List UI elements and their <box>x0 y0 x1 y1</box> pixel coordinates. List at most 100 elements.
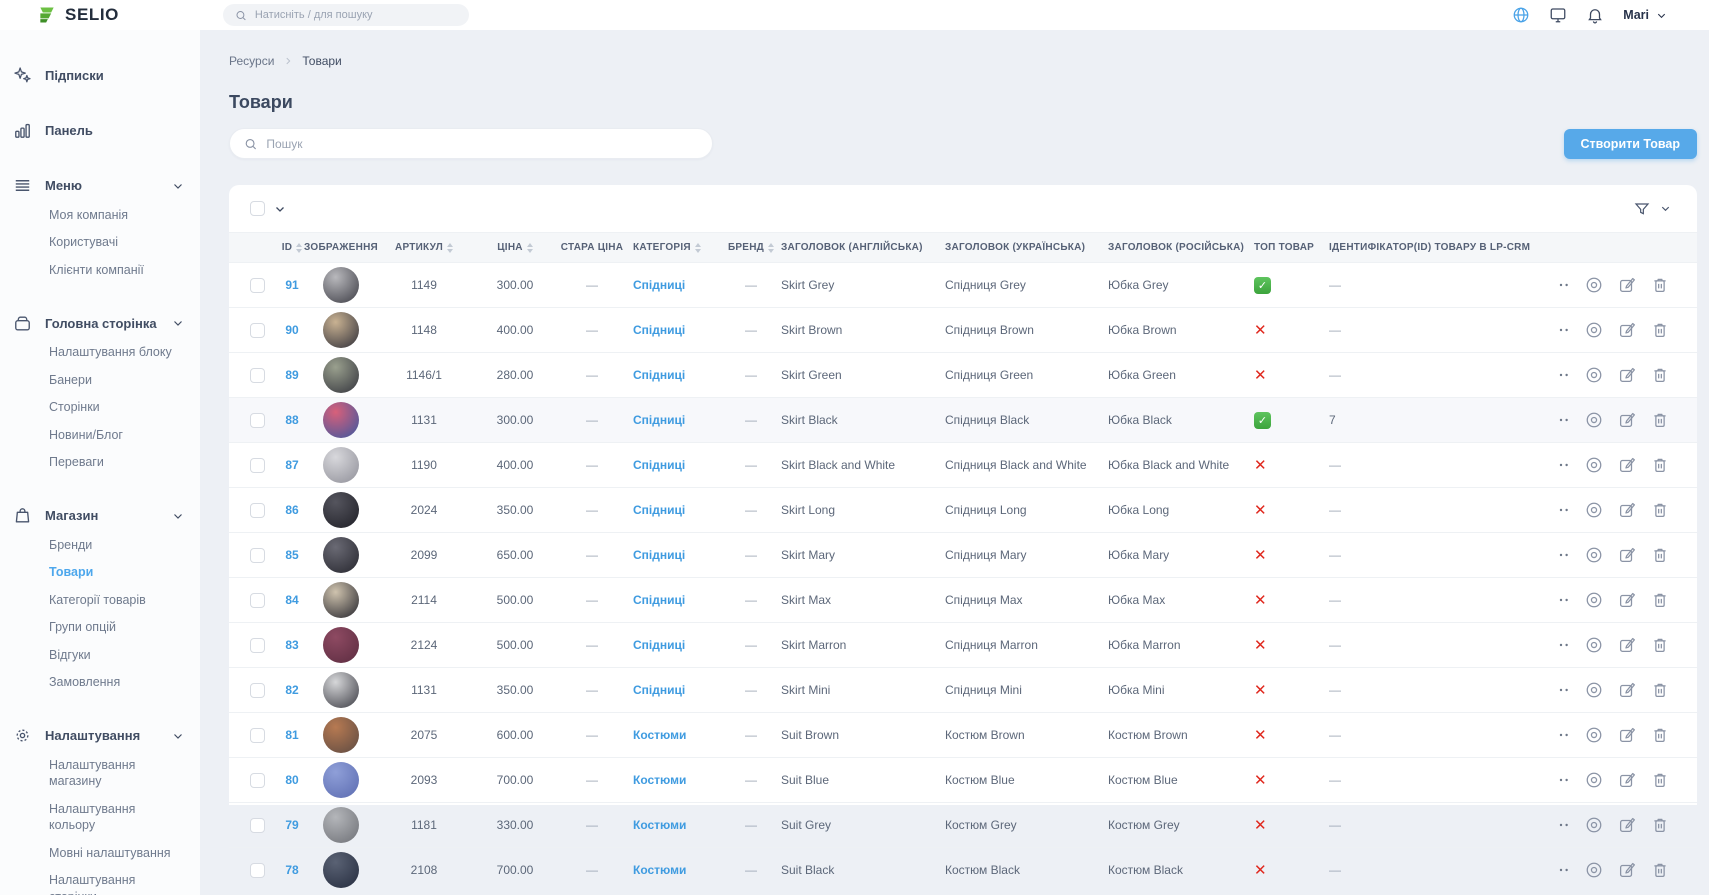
edit-button[interactable] <box>1618 546 1636 564</box>
view-button[interactable] <box>1585 591 1603 609</box>
product-id-link[interactable]: 87 <box>285 458 298 472</box>
edit-button[interactable] <box>1618 591 1636 609</box>
row-checkbox[interactable] <box>250 368 265 383</box>
sidebar-section-0[interactable]: Підписки <box>0 60 200 91</box>
product-image[interactable] <box>323 852 359 888</box>
row-checkbox[interactable] <box>250 683 265 698</box>
bulk-actions-chevron-icon[interactable] <box>274 203 286 215</box>
sidebar-item[interactable]: Налаштування сторінки оформлення замовле… <box>0 867 200 895</box>
delete-button[interactable] <box>1651 681 1669 699</box>
row-checkbox[interactable] <box>250 863 265 878</box>
sidebar-item[interactable]: Налаштування блоку <box>0 339 200 367</box>
category-link[interactable]: Спідниці <box>633 323 685 337</box>
product-image[interactable] <box>323 312 359 348</box>
category-link[interactable]: Спідниці <box>633 278 685 292</box>
sidebar-item[interactable]: Моя компанія <box>0 201 200 229</box>
view-button[interactable] <box>1585 546 1603 564</box>
sidebar-item[interactable]: Клієнти компанії <box>0 256 200 284</box>
category-link[interactable]: Спідниці <box>633 683 685 697</box>
view-button[interactable] <box>1585 276 1603 294</box>
product-image[interactable] <box>323 492 359 528</box>
view-button[interactable] <box>1585 681 1603 699</box>
product-image[interactable] <box>323 717 359 753</box>
global-search-input[interactable] <box>255 9 457 21</box>
edit-button[interactable] <box>1618 456 1636 474</box>
delete-button[interactable] <box>1651 726 1669 744</box>
breadcrumb-parent-link[interactable]: Ресурси <box>229 54 274 68</box>
sidebar-section-1[interactable]: Панель <box>0 115 200 146</box>
sidebar-item[interactable]: Групи опцій <box>0 614 200 642</box>
product-id-link[interactable]: 80 <box>285 773 298 787</box>
delete-button[interactable] <box>1651 861 1669 879</box>
category-link[interactable]: Костюми <box>633 773 686 787</box>
sidebar-item[interactable]: Категорії товарів <box>0 586 200 614</box>
category-link[interactable]: Костюми <box>633 818 686 832</box>
sidebar-item[interactable]: Налаштування кольору <box>0 795 200 839</box>
product-image[interactable] <box>323 267 359 303</box>
more-actions-button[interactable] <box>1559 816 1570 834</box>
product-id-link[interactable]: 78 <box>285 863 298 877</box>
sidebar-item[interactable]: Новини/Блог <box>0 421 200 449</box>
more-actions-button[interactable] <box>1559 546 1570 564</box>
products-search[interactable] <box>229 128 713 159</box>
product-image[interactable] <box>323 447 359 483</box>
category-link[interactable]: Костюми <box>633 863 686 877</box>
global-search[interactable] <box>223 4 469 26</box>
edit-button[interactable] <box>1618 816 1636 834</box>
delete-button[interactable] <box>1651 456 1669 474</box>
product-image[interactable] <box>323 537 359 573</box>
product-id-link[interactable]: 85 <box>285 548 298 562</box>
category-link[interactable]: Спідниці <box>633 638 685 652</box>
view-button[interactable] <box>1585 501 1603 519</box>
notifications-bell-icon[interactable] <box>1586 6 1604 24</box>
row-checkbox[interactable] <box>250 773 265 788</box>
sidebar-item[interactable]: Користувачі <box>0 229 200 257</box>
sidebar-item[interactable]: Замовлення <box>0 669 200 697</box>
product-id-link[interactable]: 88 <box>285 413 298 427</box>
sidebar-item[interactable]: Бренди <box>0 531 200 559</box>
view-button[interactable] <box>1585 366 1603 384</box>
category-link[interactable]: Спідниці <box>633 458 685 472</box>
delete-button[interactable] <box>1651 591 1669 609</box>
more-actions-button[interactable] <box>1559 411 1570 429</box>
edit-button[interactable] <box>1618 411 1636 429</box>
brand-logo[interactable]: SELIO <box>37 5 119 25</box>
more-actions-button[interactable] <box>1559 456 1570 474</box>
product-id-link[interactable]: 83 <box>285 638 298 652</box>
create-product-button[interactable]: Створити Товар <box>1564 129 1698 159</box>
product-id-link[interactable]: 84 <box>285 593 298 607</box>
products-search-input[interactable] <box>266 137 698 151</box>
sidebar-item[interactable]: Мовні налаштування <box>0 839 200 867</box>
row-checkbox[interactable] <box>250 278 265 293</box>
delete-button[interactable] <box>1651 366 1669 384</box>
more-actions-button[interactable] <box>1559 726 1570 744</box>
edit-button[interactable] <box>1618 321 1636 339</box>
product-image[interactable] <box>323 807 359 843</box>
category-link[interactable]: Спідниці <box>633 413 685 427</box>
view-button[interactable] <box>1585 861 1603 879</box>
product-id-link[interactable]: 89 <box>285 368 298 382</box>
sidebar-section-4[interactable]: Магазин <box>0 500 200 531</box>
row-checkbox[interactable] <box>250 323 265 338</box>
product-id-link[interactable]: 82 <box>285 683 298 697</box>
row-checkbox[interactable] <box>250 458 265 473</box>
product-image[interactable] <box>323 627 359 663</box>
more-actions-button[interactable] <box>1559 591 1570 609</box>
product-id-link[interactable]: 86 <box>285 503 298 517</box>
more-actions-button[interactable] <box>1559 636 1570 654</box>
product-id-link[interactable]: 79 <box>285 818 298 832</box>
more-actions-button[interactable] <box>1559 321 1570 339</box>
edit-button[interactable] <box>1618 501 1636 519</box>
delete-button[interactable] <box>1651 276 1669 294</box>
view-button[interactable] <box>1585 321 1603 339</box>
category-link[interactable]: Спідниці <box>633 503 685 517</box>
product-id-link[interactable]: 81 <box>285 728 298 742</box>
row-checkbox[interactable] <box>250 548 265 563</box>
sidebar-item[interactable]: Переваги <box>0 449 200 477</box>
more-actions-button[interactable] <box>1559 276 1570 294</box>
column-header[interactable]: БРЕНД <box>721 242 781 253</box>
row-checkbox[interactable] <box>250 593 265 608</box>
view-button[interactable] <box>1585 411 1603 429</box>
column-header[interactable]: АРТИКУЛ <box>369 242 479 253</box>
delete-button[interactable] <box>1651 411 1669 429</box>
